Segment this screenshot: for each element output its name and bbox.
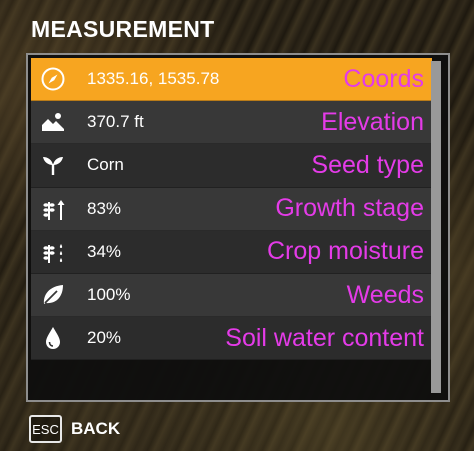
crop-moisture-label: Crop moisture: [267, 237, 424, 266]
coords-value: 1335.16, 1535.78: [87, 69, 220, 89]
growth-stage-icon: [39, 195, 67, 223]
row-weeds[interactable]: 100% Weeds: [31, 273, 432, 318]
seed-type-value: Corn: [87, 155, 124, 175]
sprout-icon: [39, 151, 67, 179]
scrollbar[interactable]: [431, 61, 441, 393]
seed-type-label: Seed type: [311, 150, 424, 179]
water-drop-icon: [39, 324, 67, 352]
compass-icon: [39, 65, 67, 93]
terrain-icon: [39, 108, 67, 136]
row-growth-stage[interactable]: 83% Growth stage: [31, 187, 432, 231]
coords-label: Coords: [343, 64, 424, 93]
weeds-label: Weeds: [346, 280, 424, 309]
page-title: MEASUREMENT: [31, 16, 215, 42]
esc-key-icon: ESC: [29, 415, 62, 443]
row-seed-type[interactable]: Corn Seed type: [31, 144, 432, 188]
leaf-icon: [39, 281, 67, 309]
back-button[interactable]: ESC BACK: [29, 415, 120, 443]
weeds-value: 100%: [87, 285, 131, 305]
scrollbar-thumb[interactable]: [431, 61, 441, 393]
soil-water-content-label: Soil water content: [225, 323, 424, 352]
measurement-list: 1335.16, 1535.78 Coords 370.7 ft Elevati…: [31, 58, 432, 361]
elevation-value: 370.7 ft: [87, 112, 144, 132]
measurement-panel: 1335.16, 1535.78 Coords 370.7 ft Elevati…: [26, 53, 450, 402]
row-coords[interactable]: 1335.16, 1535.78 Coords: [31, 58, 432, 102]
soil-water-content-value: 20%: [87, 328, 122, 348]
crop-moisture-value: 34%: [87, 241, 122, 261]
back-label: BACK: [71, 419, 121, 438]
row-soil-water-content[interactable]: 20% Soil water content: [31, 317, 432, 361]
row-elevation[interactable]: 370.7 ft Elevation: [31, 101, 432, 145]
growth-stage-label: Growth stage: [275, 194, 424, 223]
elevation-label: Elevation: [321, 107, 424, 136]
growth-stage-value: 83%: [87, 198, 122, 218]
row-crop-moisture[interactable]: 34% Crop moisture: [31, 230, 432, 274]
crop-moisture-icon: [39, 238, 67, 266]
